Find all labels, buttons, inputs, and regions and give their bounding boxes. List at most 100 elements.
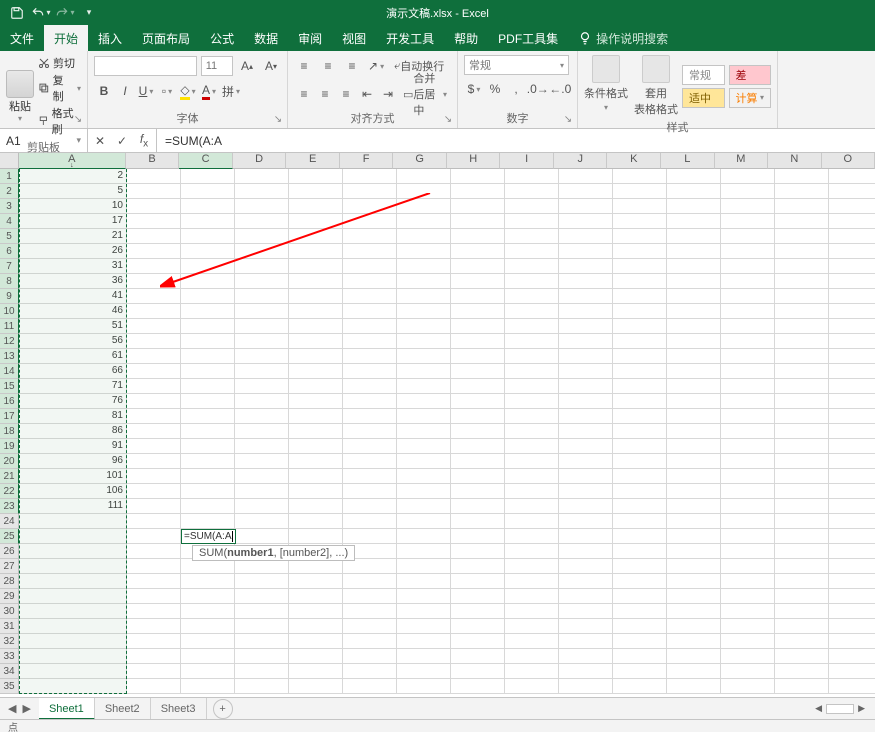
align-bottom-button[interactable]: ≡: [342, 56, 362, 76]
cell-I8[interactable]: [505, 274, 559, 289]
cell-F4[interactable]: [343, 214, 397, 229]
phonetic-button[interactable]: 拼: [220, 81, 242, 101]
row-header-31[interactable]: 31: [0, 619, 19, 634]
row-header-18[interactable]: 18: [0, 424, 19, 439]
cell-G12[interactable]: [397, 334, 451, 349]
cell-D30[interactable]: [235, 604, 289, 619]
cell-L14[interactable]: [667, 364, 721, 379]
cell-L29[interactable]: [667, 589, 721, 604]
row-header-34[interactable]: 34: [0, 664, 19, 679]
cell-H27[interactable]: [451, 559, 505, 574]
cell-C7[interactable]: [181, 259, 235, 274]
cell-M23[interactable]: [721, 499, 775, 514]
cell-O3[interactable]: [829, 199, 875, 214]
cell-C27[interactable]: [181, 559, 235, 574]
cell-J22[interactable]: [559, 484, 613, 499]
cell-K32[interactable]: [613, 634, 667, 649]
cell-D11[interactable]: [235, 319, 289, 334]
cell-H2[interactable]: [451, 184, 505, 199]
row-header-13[interactable]: 13: [0, 349, 19, 364]
cell-N7[interactable]: [775, 259, 829, 274]
cell-G18[interactable]: [397, 424, 451, 439]
cell-H18[interactable]: [451, 424, 505, 439]
cell-A31[interactable]: [19, 619, 127, 634]
cell-B25[interactable]: [127, 529, 181, 544]
table-format-button[interactable]: 套用 表格格式: [634, 55, 678, 117]
cell-N6[interactable]: [775, 244, 829, 259]
decimal-dec-button[interactable]: ←.0: [550, 79, 572, 99]
add-sheet-button[interactable]: +: [213, 699, 233, 719]
cell-E11[interactable]: [289, 319, 343, 334]
cell-C30[interactable]: [181, 604, 235, 619]
cell-B23[interactable]: [127, 499, 181, 514]
cell-L26[interactable]: [667, 544, 721, 559]
cell-O1[interactable]: [829, 169, 875, 184]
cell-O31[interactable]: [829, 619, 875, 634]
cell-B6[interactable]: [127, 244, 181, 259]
cell-D1[interactable]: [235, 169, 289, 184]
qat-customize-icon[interactable]: ▾: [78, 3, 100, 23]
cell-C10[interactable]: [181, 304, 235, 319]
cell-C2[interactable]: [181, 184, 235, 199]
cell-I18[interactable]: [505, 424, 559, 439]
cell-O6[interactable]: [829, 244, 875, 259]
cell-L8[interactable]: [667, 274, 721, 289]
row-header-19[interactable]: 19: [0, 439, 19, 454]
cell-H1[interactable]: [451, 169, 505, 184]
cell-C11[interactable]: [181, 319, 235, 334]
cell-N5[interactable]: [775, 229, 829, 244]
cell-H33[interactable]: [451, 649, 505, 664]
cell-F32[interactable]: [343, 634, 397, 649]
cell-L17[interactable]: [667, 409, 721, 424]
cell-K13[interactable]: [613, 349, 667, 364]
cell-M21[interactable]: [721, 469, 775, 484]
cell-G13[interactable]: [397, 349, 451, 364]
select-all-corner[interactable]: [0, 153, 19, 169]
cell-A21[interactable]: 101: [19, 469, 127, 484]
cell-C23[interactable]: [181, 499, 235, 514]
cell-O14[interactable]: [829, 364, 875, 379]
cell-H9[interactable]: [451, 289, 505, 304]
cell-E15[interactable]: [289, 379, 343, 394]
cell-I34[interactable]: [505, 664, 559, 679]
cell-E8[interactable]: [289, 274, 343, 289]
cell-O15[interactable]: [829, 379, 875, 394]
cell-G29[interactable]: [397, 589, 451, 604]
cell-E17[interactable]: [289, 409, 343, 424]
merge-center-button[interactable]: ▭ 合并后居中: [399, 84, 451, 104]
cell-L6[interactable]: [667, 244, 721, 259]
cell-F24[interactable]: [343, 514, 397, 529]
cell-N22[interactable]: [775, 484, 829, 499]
cell-J27[interactable]: [559, 559, 613, 574]
cell-F3[interactable]: [343, 199, 397, 214]
cell-A15[interactable]: 71: [19, 379, 127, 394]
cell-B26[interactable]: [127, 544, 181, 559]
cell-N33[interactable]: [775, 649, 829, 664]
cell-K28[interactable]: [613, 574, 667, 589]
row-header-24[interactable]: 24: [0, 514, 19, 529]
cell-C6[interactable]: [181, 244, 235, 259]
cell-L9[interactable]: [667, 289, 721, 304]
cell-K9[interactable]: [613, 289, 667, 304]
cell-C31[interactable]: [181, 619, 235, 634]
cell-L20[interactable]: [667, 454, 721, 469]
cell-H25[interactable]: [451, 529, 505, 544]
cell-O27[interactable]: [829, 559, 875, 574]
cell-D4[interactable]: [235, 214, 289, 229]
cancel-formula-button[interactable]: ✕: [92, 134, 108, 148]
cell-H29[interactable]: [451, 589, 505, 604]
cell-B3[interactable]: [127, 199, 181, 214]
cell-G8[interactable]: [397, 274, 451, 289]
cell-J25[interactable]: [559, 529, 613, 544]
decrease-font-button[interactable]: A▾: [261, 56, 281, 76]
cell-D24[interactable]: [235, 514, 289, 529]
cell-G28[interactable]: [397, 574, 451, 589]
cell-C28[interactable]: [181, 574, 235, 589]
cell-E29[interactable]: [289, 589, 343, 604]
cell-A29[interactable]: [19, 589, 127, 604]
cell-K1[interactable]: [613, 169, 667, 184]
cell-F33[interactable]: [343, 649, 397, 664]
cell-G1[interactable]: [397, 169, 451, 184]
cell-L4[interactable]: [667, 214, 721, 229]
cell-K25[interactable]: [613, 529, 667, 544]
